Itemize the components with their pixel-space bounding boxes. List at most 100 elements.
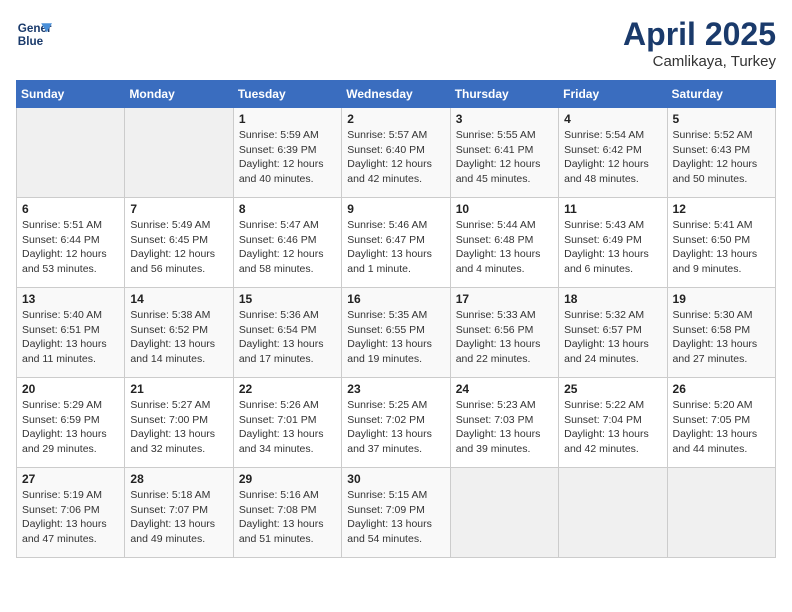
calendar-day-cell [559,468,667,558]
calendar-day-cell [450,468,558,558]
weekday-header-cell: Wednesday [342,81,450,108]
calendar-day-cell: 6 Sunrise: 5:51 AM Sunset: 6:44 PM Daylig… [17,198,125,288]
calendar-day-cell: 17Sunrise: 5:33 AM Sunset: 6:56 PM Dayli… [450,288,558,378]
day-number: 25 [564,382,661,396]
calendar-day-cell: 1Sunrise: 5:59 AM Sunset: 6:39 PM Daylig… [233,108,341,198]
calendar-day-cell: 23 Sunrise: 5:25 AM Sunset: 7:02 PM Dayli… [342,378,450,468]
day-number: 5 [673,112,770,126]
day-number: 23 [347,382,444,396]
day-info: Sunrise: 5:52 AM Sunset: 6:43 PM Dayligh… [673,128,770,187]
calendar-day-cell [17,108,125,198]
calendar-day-cell: 25 Sunrise: 5:22 AM Sunset: 7:04 PM Dayli… [559,378,667,468]
day-info: Sunrise: 5:47 AM Sunset: 6:46 PM Dayligh… [239,218,336,277]
calendar-week-row: 1Sunrise: 5:59 AM Sunset: 6:39 PM Daylig… [17,108,776,198]
weekday-header-cell: Thursday [450,81,558,108]
calendar-day-cell: 5 Sunrise: 5:52 AM Sunset: 6:43 PM Daylig… [667,108,775,198]
calendar-day-cell: 8 Sunrise: 5:47 AM Sunset: 6:46 PM Daylig… [233,198,341,288]
calendar-day-cell: 21 Sunrise: 5:27 AM Sunset: 7:00 PM Dayli… [125,378,233,468]
day-number: 27 [22,472,119,486]
day-info: Sunrise: 5:20 AM Sunset: 7:05 PM Dayligh… [673,398,770,457]
calendar-day-cell: 29 Sunrise: 5:16 AM Sunset: 7:08 PM Dayli… [233,468,341,558]
day-number: 22 [239,382,336,396]
day-info: Sunrise: 5:36 AM Sunset: 6:54 PM Dayligh… [239,308,336,367]
calendar-day-cell: 30Sunrise: 5:15 AM Sunset: 7:09 PM Dayli… [342,468,450,558]
day-info: Sunrise: 5:40 AM Sunset: 6:51 PM Dayligh… [22,308,119,367]
month-title: April 2025 [623,16,776,53]
calendar-day-cell: 10 Sunrise: 5:44 AM Sunset: 6:48 PM Dayli… [450,198,558,288]
day-number: 13 [22,292,119,306]
day-number: 7 [130,202,227,216]
logo-icon: General Blue [16,16,52,52]
day-number: 9 [347,202,444,216]
day-number: 4 [564,112,661,126]
calendar-day-cell [667,468,775,558]
calendar-week-row: 6 Sunrise: 5:51 AM Sunset: 6:44 PM Daylig… [17,198,776,288]
calendar-day-cell: 12 Sunrise: 5:41 AM Sunset: 6:50 PM Dayli… [667,198,775,288]
calendar-day-cell: 11Sunrise: 5:43 AM Sunset: 6:49 PM Dayli… [559,198,667,288]
day-number: 16 [347,292,444,306]
day-number: 19 [673,292,770,306]
day-number: 21 [130,382,227,396]
page-header: General Blue April 2025 Camlikaya, Turke… [16,16,776,70]
day-info: Sunrise: 5:54 AM Sunset: 6:42 PM Dayligh… [564,128,661,187]
svg-text:Blue: Blue [18,35,44,48]
calendar-week-row: 20Sunrise: 5:29 AM Sunset: 6:59 PM Dayli… [17,378,776,468]
day-number: 26 [673,382,770,396]
day-number: 6 [22,202,119,216]
day-info: Sunrise: 5:44 AM Sunset: 6:48 PM Dayligh… [456,218,553,277]
calendar-week-row: 13 Sunrise: 5:40 AM Sunset: 6:51 PM Dayli… [17,288,776,378]
day-info: Sunrise: 5:57 AM Sunset: 6:40 PM Dayligh… [347,128,444,187]
day-info: Sunrise: 5:35 AM Sunset: 6:55 PM Dayligh… [347,308,444,367]
weekday-header-cell: Sunday [17,81,125,108]
day-number: 29 [239,472,336,486]
calendar-day-cell: 4 Sunrise: 5:54 AM Sunset: 6:42 PM Daylig… [559,108,667,198]
day-info: Sunrise: 5:26 AM Sunset: 7:01 PM Dayligh… [239,398,336,457]
day-number: 10 [456,202,553,216]
calendar-day-cell: 19 Sunrise: 5:30 AM Sunset: 6:58 PM Dayli… [667,288,775,378]
day-number: 12 [673,202,770,216]
day-info: Sunrise: 5:22 AM Sunset: 7:04 PM Dayligh… [564,398,661,457]
day-info: Sunrise: 5:46 AM Sunset: 6:47 PM Dayligh… [347,218,444,277]
day-info: Sunrise: 5:32 AM Sunset: 6:57 PM Dayligh… [564,308,661,367]
calendar-day-cell: 16 Sunrise: 5:35 AM Sunset: 6:55 PM Dayli… [342,288,450,378]
day-number: 2 [347,112,444,126]
day-number: 3 [456,112,553,126]
day-info: Sunrise: 5:23 AM Sunset: 7:03 PM Dayligh… [456,398,553,457]
day-info: Sunrise: 5:55 AM Sunset: 6:41 PM Dayligh… [456,128,553,187]
title-block: April 2025 Camlikaya, Turkey [623,16,776,70]
calendar-day-cell: 20Sunrise: 5:29 AM Sunset: 6:59 PM Dayli… [17,378,125,468]
calendar-day-cell: 3 Sunrise: 5:55 AM Sunset: 6:41 PM Daylig… [450,108,558,198]
day-info: Sunrise: 5:30 AM Sunset: 6:58 PM Dayligh… [673,308,770,367]
day-number: 14 [130,292,227,306]
weekday-header-cell: Tuesday [233,81,341,108]
day-info: Sunrise: 5:49 AM Sunset: 6:45 PM Dayligh… [130,218,227,277]
day-info: Sunrise: 5:16 AM Sunset: 7:08 PM Dayligh… [239,488,336,547]
day-info: Sunrise: 5:25 AM Sunset: 7:02 PM Dayligh… [347,398,444,457]
calendar-day-cell: 14 Sunrise: 5:38 AM Sunset: 6:52 PM Dayli… [125,288,233,378]
calendar-day-cell: 13 Sunrise: 5:40 AM Sunset: 6:51 PM Dayli… [17,288,125,378]
day-info: Sunrise: 5:59 AM Sunset: 6:39 PM Dayligh… [239,128,336,187]
calendar-body: 1Sunrise: 5:59 AM Sunset: 6:39 PM Daylig… [17,108,776,558]
day-number: 8 [239,202,336,216]
day-info: Sunrise: 5:27 AM Sunset: 7:00 PM Dayligh… [130,398,227,457]
weekday-header-cell: Monday [125,81,233,108]
calendar-week-row: 27 Sunrise: 5:19 AM Sunset: 7:06 PM Dayli… [17,468,776,558]
day-number: 20 [22,382,119,396]
location-subtitle: Camlikaya, Turkey [623,53,776,70]
day-info: Sunrise: 5:19 AM Sunset: 7:06 PM Dayligh… [22,488,119,547]
day-info: Sunrise: 5:41 AM Sunset: 6:50 PM Dayligh… [673,218,770,277]
calendar-day-cell: 2 Sunrise: 5:57 AM Sunset: 6:40 PM Daylig… [342,108,450,198]
day-number: 24 [456,382,553,396]
weekday-header-row: SundayMondayTuesdayWednesdayThursdayFrid… [17,81,776,108]
day-info: Sunrise: 5:15 AM Sunset: 7:09 PM Dayligh… [347,488,444,547]
day-number: 18 [564,292,661,306]
day-number: 15 [239,292,336,306]
logo: General Blue [16,16,52,52]
calendar-day-cell: 18 Sunrise: 5:32 AM Sunset: 6:57 PM Dayli… [559,288,667,378]
day-info: Sunrise: 5:51 AM Sunset: 6:44 PM Dayligh… [22,218,119,277]
calendar-day-cell: 9 Sunrise: 5:46 AM Sunset: 6:47 PM Daylig… [342,198,450,288]
day-info: Sunrise: 5:38 AM Sunset: 6:52 PM Dayligh… [130,308,227,367]
calendar-day-cell: 27 Sunrise: 5:19 AM Sunset: 7:06 PM Dayli… [17,468,125,558]
calendar-day-cell [125,108,233,198]
weekday-header-cell: Friday [559,81,667,108]
